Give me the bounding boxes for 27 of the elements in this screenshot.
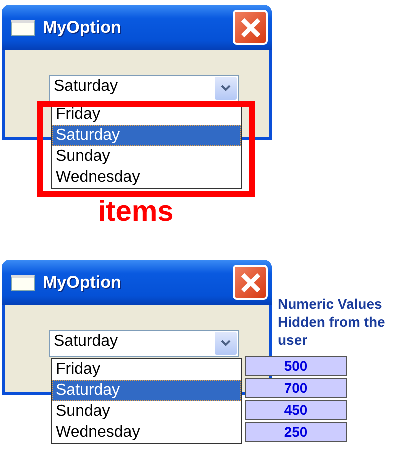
window-title: MyOption [43,272,122,292]
list-item[interactable]: Wednesday [52,422,241,443]
window-icon [11,20,35,36]
value-cell: 450 [245,400,347,420]
window-icon [11,274,35,290]
close-icon [238,270,262,294]
dropdown-button[interactable] [215,332,237,355]
close-button[interactable] [233,10,268,45]
value-cell: 500 [245,356,347,376]
window-title: MyOption [43,18,122,38]
list-item[interactable]: Wednesday [52,167,241,188]
list-item[interactable]: Saturday [52,380,241,401]
list-item[interactable]: Sunday [52,401,241,422]
chevron-down-icon [221,85,231,92]
close-button[interactable] [233,265,268,300]
value-cell: 700 [245,378,347,398]
close-icon [238,16,262,40]
annotation-note: Numeric Values Hidden from the user [278,295,386,349]
list-item[interactable]: Saturday [52,125,241,146]
chevron-down-icon [221,340,231,347]
list-item[interactable]: Sunday [52,146,241,167]
list-item[interactable]: Friday [52,359,241,380]
dropdown-button[interactable] [215,77,237,100]
annotation-label: items [98,196,174,229]
value-cell: 250 [245,422,347,442]
dropdown-field[interactable]: Saturday [49,330,239,357]
dropdown-field[interactable]: Saturday [49,75,239,102]
